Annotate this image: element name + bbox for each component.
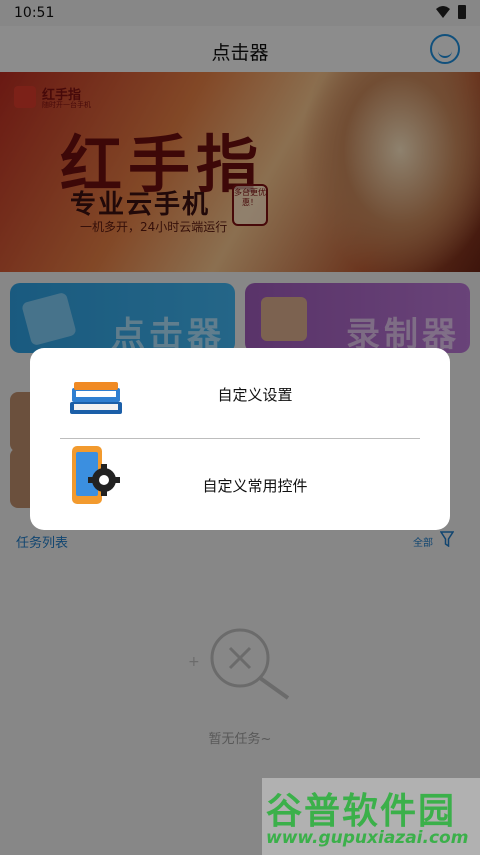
custom-controls-label: 自定义常用控件 — [202, 477, 308, 495]
custom-settings-label: 自定义设置 — [217, 386, 293, 404]
options-dialog: 自定义设置 自定义常用控件 — [30, 348, 450, 530]
watermark: 谷普软件园 www.gupuxiazai.com — [262, 778, 480, 855]
watermark-url: www.gupuxiazai.com — [266, 828, 469, 848]
custom-controls-option[interactable]: 自定义常用控件 — [30, 439, 450, 529]
watermark-title: 谷普软件园 — [266, 791, 457, 832]
custom-settings-option[interactable]: 自定义设置 — [30, 348, 450, 438]
